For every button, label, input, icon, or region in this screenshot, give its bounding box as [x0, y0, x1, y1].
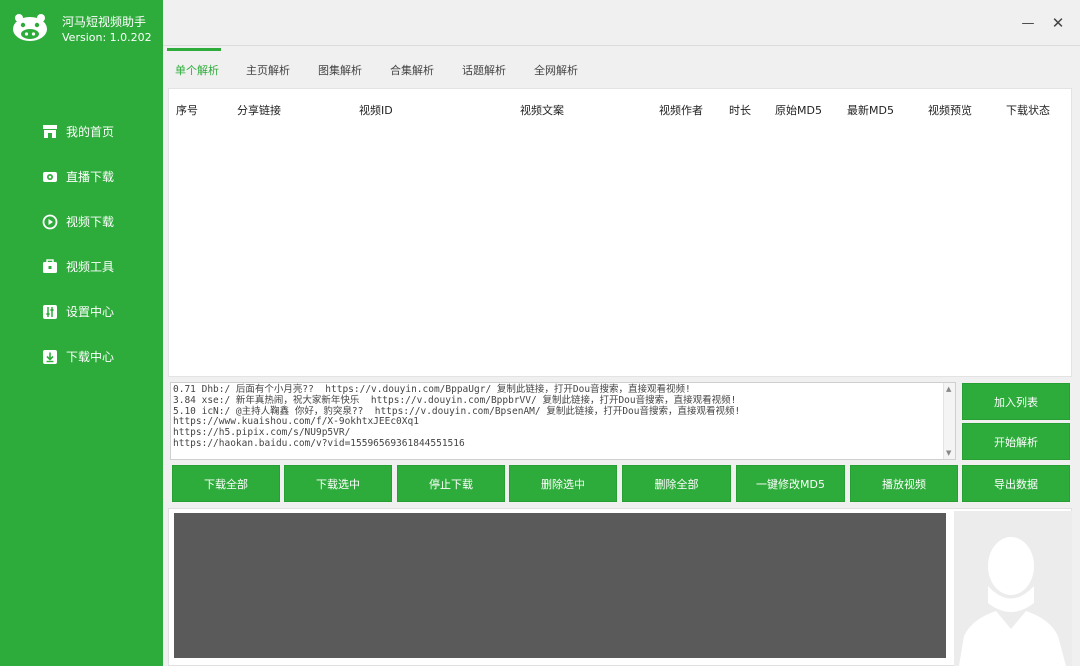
- sidebar-item-home[interactable]: 我的首页: [0, 109, 163, 154]
- column-header-video-caption[interactable]: 视频文案: [520, 102, 564, 118]
- video-preview[interactable]: [174, 513, 946, 658]
- download-selected-button[interactable]: 下载选中: [284, 465, 392, 502]
- add-to-list-button[interactable]: 加入列表: [962, 383, 1070, 420]
- delete-all-button[interactable]: 删除全部: [622, 465, 731, 502]
- column-header-download-status[interactable]: 下载状态: [1006, 102, 1050, 118]
- close-icon: ✕: [1051, 14, 1065, 32]
- tab-collection-parse[interactable]: 合集解析: [390, 62, 434, 78]
- app-title: 河马短视频助手: [62, 15, 147, 29]
- tab-topic-parse[interactable]: 话题解析: [462, 62, 506, 78]
- tab-full-web-parse[interactable]: 全网解析: [534, 62, 578, 78]
- sidebar-item-label: 视频下载: [66, 215, 115, 229]
- column-header-original-md5[interactable]: 原始MD5: [775, 102, 822, 118]
- minimize-icon: —: [1021, 15, 1035, 31]
- sidebar-item-label: 我的首页: [66, 125, 115, 139]
- export-data-button[interactable]: 导出数据: [962, 465, 1070, 502]
- column-header-new-md5[interactable]: 最新MD5: [847, 102, 894, 118]
- stop-download-button[interactable]: 停止下载: [397, 465, 505, 502]
- minimize-button[interactable]: —: [1018, 13, 1038, 33]
- column-header-index[interactable]: 序号: [176, 102, 198, 118]
- sidebar-item-settings[interactable]: 设置中心: [0, 289, 163, 334]
- scroll-up-icon[interactable]: ▲: [946, 385, 951, 393]
- app-version: Version: 1.0.202: [62, 31, 152, 44]
- sidebar-item-label: 设置中心: [66, 305, 115, 319]
- links-text[interactable]: 0.71 Dhb:/ 后面有个小月亮?? https://v.douyin.co…: [173, 384, 943, 450]
- download-icon: [41, 348, 58, 365]
- column-header-video-id[interactable]: 视频ID: [359, 102, 393, 118]
- sidebar-item-video-download[interactable]: 视频下载: [0, 199, 163, 244]
- sidebar-item-download-center[interactable]: 下载中心: [0, 334, 163, 379]
- sidebar: 河马短视频助手 Version: 1.0.202 我的首页 直播下载 视频下载 …: [0, 0, 163, 666]
- results-table[interactable]: 序号 分享链接 视频ID 视频文案 视频作者 时长 原始MD5 最新MD5 视频…: [168, 88, 1072, 377]
- camera-icon: [41, 168, 58, 185]
- column-header-video-author[interactable]: 视频作者: [659, 102, 703, 118]
- play-icon: [41, 213, 58, 230]
- close-button[interactable]: ✕: [1048, 13, 1068, 33]
- play-video-button[interactable]: 播放视频: [850, 465, 958, 502]
- download-all-button[interactable]: 下载全部: [172, 465, 280, 502]
- modify-md5-button[interactable]: 一键修改MD5: [736, 465, 845, 502]
- column-header-video-preview[interactable]: 视频预览: [928, 102, 972, 118]
- links-input[interactable]: 0.71 Dhb:/ 后面有个小月亮?? https://v.douyin.co…: [170, 382, 956, 460]
- delete-selected-button[interactable]: 删除选中: [509, 465, 617, 502]
- toolbox-icon: [41, 258, 58, 275]
- start-parse-button[interactable]: 开始解析: [962, 423, 1070, 460]
- sidebar-item-label: 下载中心: [66, 350, 115, 364]
- link-line: 3.84 xse:/ 新年真热闹，祝大家新年快乐 https://v.douyi…: [173, 394, 737, 406]
- avatar-placeholder-icon: [954, 511, 1072, 666]
- title-bar: — ✕: [163, 0, 1080, 46]
- sidebar-item-video-tools[interactable]: 视频工具: [0, 244, 163, 289]
- column-header-duration[interactable]: 时长: [729, 102, 751, 118]
- scroll-down-icon[interactable]: ▼: [946, 449, 951, 457]
- hippo-logo-icon: [10, 12, 50, 44]
- column-header-share-link[interactable]: 分享链接: [237, 102, 281, 118]
- tab-homepage-parse[interactable]: 主页解析: [246, 62, 290, 78]
- link-line: https://haokan.baidu.com/v?vid=155965693…: [173, 437, 465, 449]
- sliders-icon: [41, 303, 58, 320]
- store-icon: [41, 123, 58, 140]
- vertical-scrollbar[interactable]: ▲ ▼: [943, 383, 955, 459]
- sidebar-item-live-download[interactable]: 直播下载: [0, 154, 163, 199]
- sidebar-nav: 我的首页 直播下载 视频下载 视频工具 设置中心 下载中心: [0, 109, 163, 379]
- active-tab-indicator: [167, 48, 221, 51]
- sidebar-item-label: 直播下载: [66, 170, 115, 184]
- tab-single-parse[interactable]: 单个解析: [175, 62, 219, 78]
- tab-bar: 单个解析 主页解析 图集解析 合集解析 话题解析 全网解析: [167, 46, 1077, 88]
- sidebar-item-label: 视频工具: [66, 260, 115, 274]
- tab-gallery-parse[interactable]: 图集解析: [318, 62, 362, 78]
- author-avatar: [954, 511, 1072, 666]
